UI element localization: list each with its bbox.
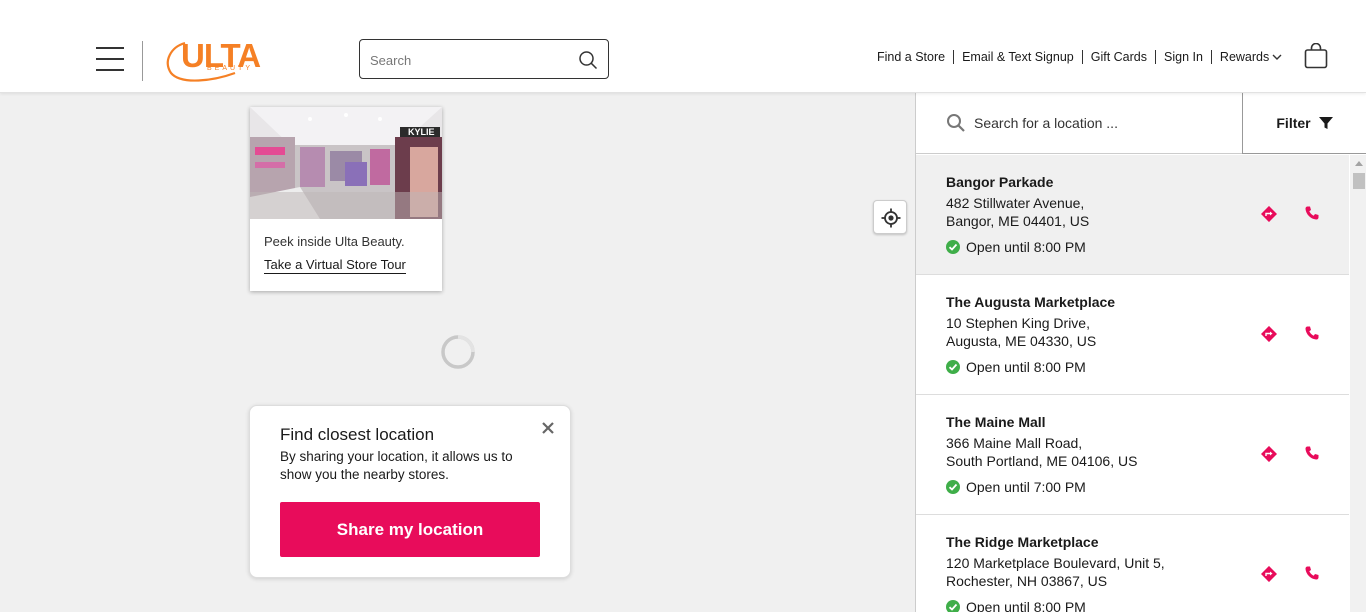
store-address-line2: Rochester, NH 03867, US: [946, 573, 1108, 589]
store-name: The Augusta Marketplace: [946, 294, 1116, 310]
directions-icon[interactable]: [1261, 446, 1277, 462]
store-card[interactable]: Bangor Parkade 482 Stillwater Avenue, Ba…: [916, 155, 1349, 275]
store-hours: Open until 8:00 PM: [946, 359, 1086, 375]
header-divider: [142, 41, 143, 81]
share-location-button[interactable]: Share my location: [280, 502, 540, 557]
close-icon[interactable]: [540, 420, 556, 436]
directions-icon[interactable]: [1261, 326, 1277, 342]
store-name: Bangor Parkade: [946, 174, 1054, 190]
phone-icon[interactable]: [1304, 565, 1320, 581]
popup-title: Find closest location: [280, 425, 435, 444]
ulta-logo[interactable]: ULTA BEAUTY: [163, 37, 269, 83]
site-header: ULTA BEAUTY Find a Store Email & Text Si…: [0, 0, 1366, 93]
tour-caption: Peek inside Ulta Beauty.: [264, 234, 405, 249]
store-hours-text: Open until 8:00 PM: [966, 239, 1086, 255]
nav-rewards[interactable]: Rewards: [1212, 50, 1282, 64]
store-map[interactable]: KYLIE Peek inside Ulta Beauty. Take a Vi…: [0, 94, 915, 612]
nav-gift-cards[interactable]: Gift Cards: [1083, 50, 1156, 64]
directions-icon[interactable]: [1261, 206, 1277, 222]
store-address-line1: 482 Stillwater Avenue,: [946, 195, 1085, 211]
store-address-line2: South Portland, ME 04106, US: [946, 453, 1138, 469]
store-list-panel: Filter Bangor Parkade 482 Stillwater Ave…: [915, 93, 1366, 612]
logo-subtext: BEAUTY: [207, 65, 254, 72]
store-hours-text: Open until 8:00 PM: [966, 359, 1086, 375]
search-input[interactable]: [370, 50, 570, 70]
store-hours-text: Open until 8:00 PM: [966, 599, 1086, 612]
phone-icon[interactable]: [1304, 325, 1320, 341]
store-card[interactable]: The Ridge Marketplace 120 Marketplace Bo…: [916, 515, 1349, 612]
site-search: [359, 39, 609, 79]
location-search-input[interactable]: [974, 113, 1224, 133]
store-hours: Open until 7:00 PM: [946, 479, 1086, 495]
store-address-line1: 120 Marketplace Boulevard, Unit 5,: [946, 555, 1165, 571]
search-icon[interactable]: [578, 50, 598, 70]
filter-icon: [1318, 117, 1333, 129]
check-circle-icon: [946, 360, 960, 374]
nav-sign-in[interactable]: Sign In: [1156, 50, 1212, 64]
shopping-bag-icon[interactable]: [1304, 43, 1328, 69]
find-closest-popup: Find closest location By sharing your lo…: [249, 405, 571, 578]
popup-body: By sharing your location, it allows us t…: [280, 449, 513, 482]
store-interior-image[interactable]: KYLIE: [250, 107, 442, 219]
location-search: [916, 93, 1242, 154]
check-circle-icon: [946, 480, 960, 494]
store-list-scrollbar[interactable]: [1350, 155, 1366, 612]
rewards-label: Rewards: [1219, 50, 1270, 64]
store-card[interactable]: The Maine Mall 366 Maine Mall Road, Sout…: [916, 395, 1349, 515]
nav-email-signup[interactable]: Email & Text Signup: [954, 50, 1083, 64]
check-circle-icon: [946, 240, 960, 254]
store-hours: Open until 8:00 PM: [946, 239, 1086, 255]
phone-icon[interactable]: [1304, 205, 1320, 221]
filter-button[interactable]: Filter: [1242, 93, 1366, 154]
check-circle-icon: [946, 600, 960, 612]
store-list: Bangor Parkade 482 Stillwater Avenue, Ba…: [916, 155, 1349, 612]
menu-icon[interactable]: [96, 47, 124, 71]
directions-icon[interactable]: [1261, 566, 1277, 582]
store-address-line1: 10 Stephen King Drive,: [946, 315, 1090, 331]
scroll-thumb[interactable]: [1353, 173, 1365, 189]
store-name: The Maine Mall: [946, 414, 1046, 430]
virtual-tour-card: KYLIE Peek inside Ulta Beauty. Take a Vi…: [250, 107, 442, 291]
store-address-line2: Bangor, ME 04401, US: [946, 213, 1090, 229]
top-nav: Find a Store Email & Text Signup Gift Ca…: [877, 50, 1282, 64]
store-card[interactable]: The Augusta Marketplace 10 Stephen King …: [916, 275, 1349, 395]
kylie-sign: KYLIE: [408, 127, 435, 137]
loading-spinner-icon: [441, 335, 475, 369]
store-address-line2: Augusta, ME 04330, US: [946, 333, 1097, 349]
locate-me-button[interactable]: [873, 200, 907, 234]
store-name: The Ridge Marketplace: [946, 534, 1099, 550]
crosshair-icon: [881, 208, 901, 228]
scroll-up-arrow-icon[interactable]: [1355, 161, 1363, 166]
virtual-tour-link[interactable]: Take a Virtual Store Tour: [264, 257, 406, 274]
store-hours: Open until 8:00 PM: [946, 599, 1086, 612]
filter-label: Filter: [1276, 115, 1311, 131]
store-hours-text: Open until 7:00 PM: [966, 479, 1086, 495]
nav-find-store[interactable]: Find a Store: [877, 50, 955, 64]
search-icon: [947, 114, 965, 132]
store-address-line1: 366 Maine Mall Road,: [946, 435, 1083, 451]
phone-icon[interactable]: [1304, 445, 1320, 461]
chevron-down-icon: [1272, 54, 1282, 60]
